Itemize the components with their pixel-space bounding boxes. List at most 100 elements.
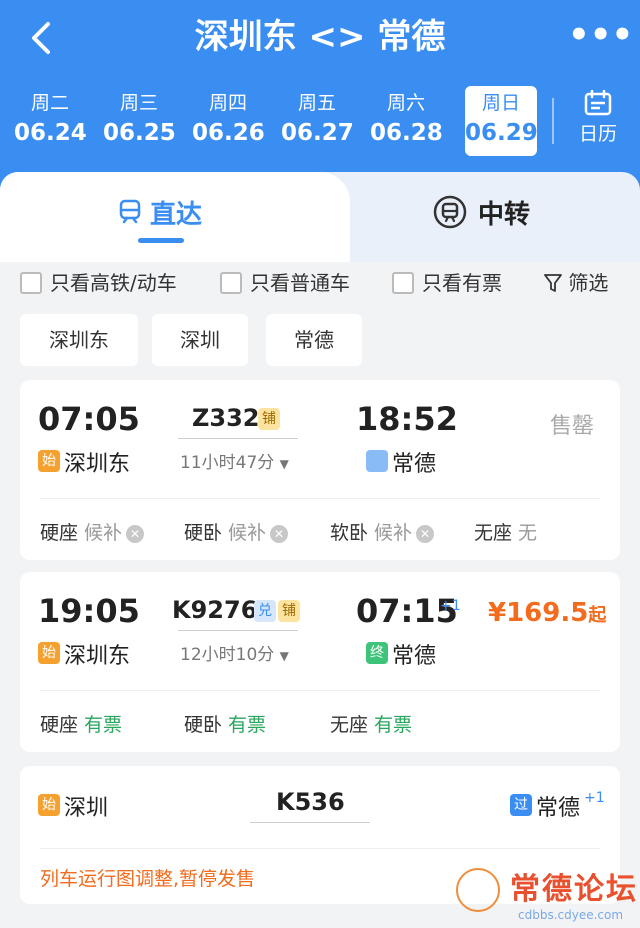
seat-status: 无	[518, 522, 538, 544]
filter-label: 只看高铁/动车	[50, 271, 177, 295]
travel-duration[interactable]: 12小时10分 ▼	[180, 640, 289, 665]
date-item[interactable]: 周三 06.25	[103, 86, 176, 156]
seat-standing[interactable]: 无座无	[474, 518, 537, 545]
seat-type: 软卧	[330, 522, 369, 544]
forum-watermark: 常德论坛 cdbbs.cdyee.com	[456, 864, 640, 928]
next-day-marker: +1	[584, 790, 605, 806]
divider	[552, 98, 554, 144]
tab-transfer-label: 中转	[478, 200, 531, 230]
filter-bar: 只看高铁/动车 只看普通车 只看有票 筛选	[0, 262, 640, 302]
sleeper-badge: 铺	[278, 600, 300, 622]
close-icon: ✕	[416, 525, 435, 543]
checkbox-box	[392, 272, 414, 294]
divider	[40, 498, 600, 499]
pass-through-badge: 过	[510, 794, 532, 816]
date-weekday: 周二	[30, 92, 69, 114]
departure-time: 19:05	[38, 592, 140, 630]
date-weekday: 周五	[297, 92, 336, 114]
train-card[interactable]: 07:05 始 深圳东 Z332 铺 11小时47分 ▼ 18:52 常德 售罄…	[20, 380, 620, 560]
date-item[interactable]: 周五 06.27	[281, 86, 354, 156]
date-item[interactable]: 周四 06.26	[192, 86, 265, 156]
date-selector: 周二 06.24 周三 06.25 周四 06.26 周五 06.27 周六 0…	[14, 86, 554, 156]
date-weekday: 周六	[386, 92, 425, 114]
divider	[40, 848, 600, 849]
arrival-time: 18:52	[356, 400, 458, 438]
seat-status: 候补	[228, 522, 267, 544]
train-number: K9276	[172, 596, 258, 624]
caret-down-icon: ▼	[279, 457, 289, 471]
travel-duration[interactable]: 11小时47分 ▼	[180, 448, 289, 473]
date-weekday: 周四	[208, 92, 247, 114]
funnel-icon	[544, 274, 562, 292]
exchange-badge: 兑	[254, 600, 276, 622]
duration-line	[178, 438, 298, 439]
seat-type: 硬卧	[184, 522, 223, 544]
origin-badge: 始	[38, 642, 60, 664]
date-value: 06.26	[192, 120, 265, 146]
train-card[interactable]: 19:05 始 深圳东 K9276 兑 铺 12小时10分 ▼ 07:15 +1…	[20, 572, 620, 752]
date-item-selected[interactable]: 周日 06.29	[465, 86, 538, 156]
terminal-badge: 终	[366, 642, 388, 664]
arrival-badge	[366, 450, 388, 472]
filter-high-speed-checkbox[interactable]: 只看高铁/动车	[20, 270, 190, 296]
sleeper-badge: 铺	[258, 408, 280, 430]
more-options-button[interactable]: •••	[568, 18, 633, 56]
date-item[interactable]: 周二 06.24	[14, 86, 87, 156]
seat-hard-seat[interactable]: 硬座 候补 ✕	[40, 518, 145, 545]
caret-down-icon: ▼	[279, 649, 289, 663]
station-chip[interactable]: 深圳东	[20, 314, 138, 366]
seat-type: 硬座	[40, 714, 79, 736]
date-value: 06.29	[465, 120, 538, 146]
route-title: 深圳东 <> 常德	[194, 17, 446, 57]
next-day-marker: +1	[440, 598, 461, 614]
price-value: ¥169.5	[488, 598, 589, 628]
station-chip[interactable]: 常德	[266, 314, 362, 366]
date-weekday: 周日	[481, 92, 520, 114]
train-icon	[119, 199, 141, 224]
close-icon: ✕	[270, 525, 289, 543]
date-item[interactable]: 周六 06.28	[370, 86, 443, 156]
duration-text: 12小时10分	[180, 645, 275, 665]
ticket-price: ¥169.5起	[488, 598, 606, 628]
origin-badge: 始	[38, 450, 60, 472]
seat-status: 候补	[84, 522, 123, 544]
filter-available-checkbox[interactable]: 只看有票	[392, 270, 512, 296]
duration-text: 11小时47分	[180, 453, 275, 473]
seat-status: 有票	[228, 714, 267, 736]
price-suffix: 起	[588, 605, 607, 626]
departure-time: 07:05	[38, 400, 140, 438]
seat-status: 有票	[374, 714, 413, 736]
seat-hard-sleeper[interactable]: 硬卧 候补 ✕	[184, 518, 289, 545]
filter-label: 只看有票	[422, 271, 502, 295]
watermark-url: cdbbs.cdyee.com	[518, 908, 624, 922]
seat-status: 有票	[84, 714, 123, 736]
arrival-station: 常德	[392, 452, 437, 477]
calendar-button[interactable]: 日历	[568, 89, 628, 150]
suspension-notice: 列车运行图调整,暂停发售	[40, 868, 256, 890]
duration-line	[250, 822, 370, 823]
checkbox-box	[220, 272, 242, 294]
departure-station: 深圳东	[64, 644, 131, 669]
result-tabs: 直达 中转	[0, 172, 640, 262]
train-number: K536	[276, 788, 345, 816]
station-chip[interactable]: 深圳	[152, 314, 248, 366]
screen-filter-button[interactable]: 筛选	[544, 270, 608, 296]
date-weekday: 周三	[119, 92, 158, 114]
date-value: 06.27	[281, 120, 354, 146]
seat-soft-sleeper[interactable]: 软卧 候补 ✕	[330, 518, 435, 545]
forum-logo-icon	[456, 868, 500, 912]
departure-station: 深圳	[64, 796, 109, 821]
seat-hard-seat[interactable]: 硬座 有票	[40, 710, 122, 737]
tab-direct[interactable]: 直达	[0, 172, 350, 262]
seat-type: 硬座	[40, 522, 79, 544]
transfer-train-icon	[433, 195, 467, 229]
calendar-icon	[584, 89, 612, 116]
filter-regular-checkbox[interactable]: 只看普通车	[220, 270, 360, 296]
divider	[40, 690, 600, 691]
tab-direct-label: 直达	[150, 200, 203, 230]
calendar-label: 日历	[578, 123, 617, 145]
sold-out-status: 售罄	[550, 414, 595, 439]
seat-standing[interactable]: 无座 有票	[330, 710, 412, 737]
seat-hard-sleeper[interactable]: 硬卧 有票	[184, 710, 266, 737]
close-icon: ✕	[126, 525, 145, 543]
